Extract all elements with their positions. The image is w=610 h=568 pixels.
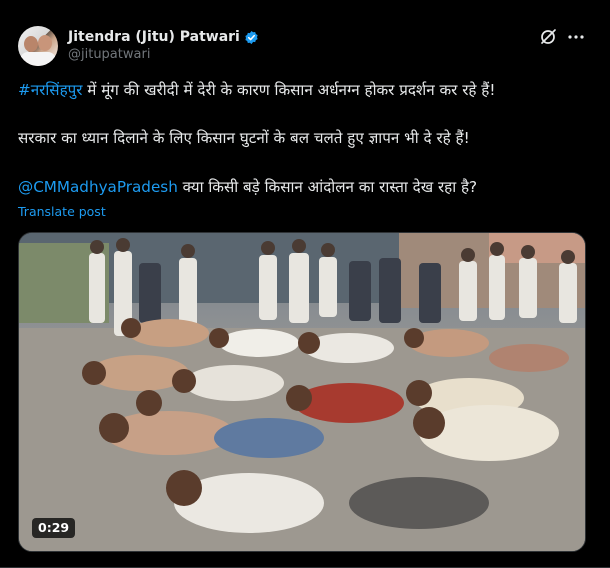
post-text-line-2: सरकार का ध्यान दिलाने के लिए किसान घुटनो… xyxy=(18,129,470,147)
post-text-line-3: @CMMadhyaPradesh क्या किसी बड़े किसान आं… xyxy=(18,177,477,197)
hashtag-link[interactable]: #नरसिंहपुर xyxy=(18,81,82,99)
post-text-1: में मूंग की खरीदी में देरी के कारण किसान… xyxy=(82,81,496,99)
author-avatar[interactable] xyxy=(18,26,58,66)
verified-badge-icon xyxy=(244,30,259,45)
translate-post-link[interactable]: Translate post xyxy=(18,204,106,219)
grok-icon[interactable] xyxy=(538,27,558,47)
author-display-name[interactable]: Jitendra (Jitu) Patwari xyxy=(68,29,240,45)
video-frame xyxy=(19,233,585,551)
mention-link[interactable]: @CMMadhyaPradesh xyxy=(18,178,178,196)
post-text-3: क्या किसी बड़े किसान आंदोलन का रास्ता दे… xyxy=(177,178,478,196)
more-options-icon[interactable] xyxy=(566,27,586,47)
video-player[interactable]: 0:29 xyxy=(18,232,586,552)
tweet-post: Jitendra (Jitu) Patwari @jitupatwari #नर… xyxy=(0,0,610,568)
video-duration-badge: 0:29 xyxy=(32,518,76,538)
author-handle[interactable]: @jitupatwari xyxy=(68,47,150,62)
author-name-row[interactable]: Jitendra (Jitu) Patwari xyxy=(68,27,259,47)
post-text-line-1: #नरसिंहपुर में मूंग की खरीदी में देरी के… xyxy=(18,80,495,100)
